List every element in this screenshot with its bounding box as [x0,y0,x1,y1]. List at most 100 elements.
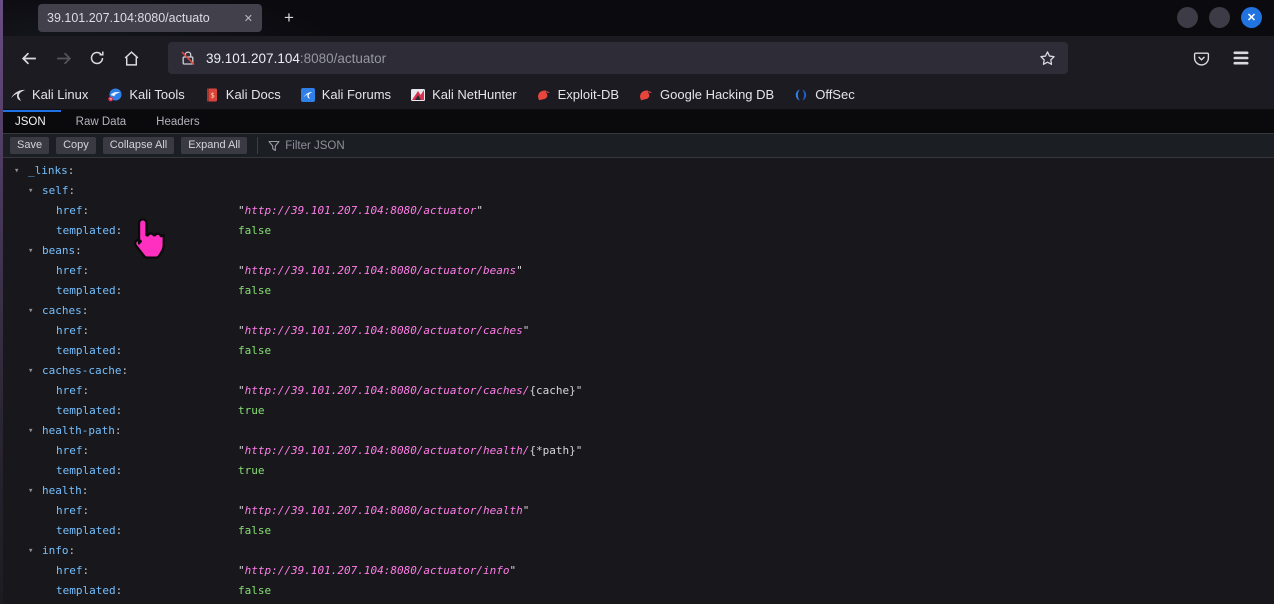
expand-collapse-twisty-icon[interactable]: ▾ [28,541,42,561]
expand-collapse-twisty-icon[interactable]: ▾ [14,161,28,181]
json-tree-row[interactable]: templated:false [0,521,1274,541]
json-tree-row[interactable]: templated:true [0,461,1274,481]
toolbar-separator [257,137,258,154]
json-tree-row[interactable]: ▾health-path: [0,421,1274,441]
forward-button[interactable] [46,42,80,74]
json-key: health [42,484,82,497]
titlebar: 39.101.207.104:8080/actuato ✕ + ✕ [0,0,1274,36]
maximize-button[interactable] [1209,7,1230,28]
json-boolean-value: true [238,401,265,421]
json-tree-row[interactable]: href:"http://39.101.207.104:8080/actuato… [0,441,1274,461]
url-host: 39.101.207.104 [206,51,300,66]
json-tree-row[interactable]: templated:false [0,341,1274,361]
bookmark-item[interactable]: Kali NetHunter [410,87,517,103]
json-string-value[interactable]: "http://39.101.207.104:8080/actuator/hea… [238,501,529,521]
back-button[interactable] [12,42,46,74]
json-key: templated [56,224,116,237]
filter-json-input[interactable] [285,140,505,152]
kali-nethunter-icon [410,87,426,103]
json-string-value[interactable]: "http://39.101.207.104:8080/actuator" [238,201,483,221]
save-button[interactable]: Save [10,137,49,154]
browser-tab[interactable]: 39.101.207.104:8080/actuato ✕ [38,4,262,32]
bookmark-item[interactable]: Google Hacking DB [638,87,774,103]
tab-headers[interactable]: Headers [141,110,214,133]
new-tab-button[interactable]: + [276,5,302,31]
json-tree-row[interactable]: href:"http://39.101.207.104:8080/actuato… [0,381,1274,401]
insecure-lock-icon [180,50,196,66]
url-bar[interactable]: 39.101.207.104:8080/actuator [168,42,1068,74]
expand-all-button[interactable]: Expand All [181,137,247,154]
json-key-colon: : [83,384,90,397]
kali-forums-icon [300,87,316,103]
json-tree-row[interactable]: href: "http://39.101.207.104:8080/actuato… [0,261,1274,281]
json-key-colon: : [69,544,76,557]
json-tree-row[interactable]: templated:false [0,221,1274,241]
tab-raw-data[interactable]: Raw Data [61,110,142,133]
bookmark-item[interactable]: πKali Tools [107,87,184,103]
json-string-value[interactable]: "http://39.101.207.104:8080/actuator/inf… [238,561,516,581]
kali-tools-icon: π [107,87,123,103]
expand-collapse-twisty-icon[interactable]: ▾ [28,181,42,201]
json-tree-row[interactable]: ▾self: [0,181,1274,201]
home-icon [123,50,140,67]
url-text: 39.101.207.104:8080/actuator [206,51,386,66]
json-tree-row[interactable]: ▾beans: [0,241,1274,261]
json-key-colon: : [116,584,123,597]
reload-icon [89,50,105,66]
bookmark-star-button[interactable] [1039,50,1056,67]
json-tree-row[interactable]: href:"http://39.101.207.104:8080/actuato… [0,501,1274,521]
json-key: caches-cache [42,364,121,377]
expand-collapse-twisty-icon[interactable]: ▾ [28,361,42,381]
json-tree-row[interactable]: templated:false [0,581,1274,601]
json-tree-row[interactable]: href:"http://39.101.207.104:8080/actuato… [0,201,1274,221]
bookmark-item[interactable]: Kali Forums [300,87,391,103]
home-button[interactable] [114,42,148,74]
expand-collapse-twisty-icon[interactable]: ▾ [28,301,42,321]
json-tree-row[interactable]: templated:false [0,281,1274,301]
tab-json[interactable]: JSON [0,110,61,133]
pocket-save-button[interactable] [1184,42,1218,74]
json-tree-row[interactable]: href:"http://39.101.207.104:8080/actuato… [0,561,1274,581]
json-key: health-path [42,424,115,437]
copy-button[interactable]: Copy [56,137,96,154]
json-key-colon: : [116,284,123,297]
json-key: templated [56,404,116,417]
json-string-value[interactable]: "http://39.101.207.104:8080/actuator/cac… [238,381,582,401]
filter-funnel-icon [268,140,280,152]
bookmark-item[interactable]: Exploit-DB [536,87,619,103]
json-key: href [56,264,83,277]
json-key: templated [56,464,116,477]
json-tree-row[interactable]: href:"http://39.101.207.104:8080/actuato… [0,321,1274,341]
bookmark-item[interactable]: Kali Linux [10,87,88,103]
tab-close-icon[interactable]: ✕ [242,12,255,25]
minimize-button[interactable] [1177,7,1198,28]
json-tree-row[interactable]: ▾caches-cache: [0,361,1274,381]
json-key: templated [56,584,116,597]
json-key-colon: : [83,444,90,457]
hamburger-menu-icon [1233,51,1249,65]
bookmark-item[interactable]: OffSec [793,87,855,103]
json-tree-row[interactable]: ▾_links: [0,161,1274,181]
bookmark-label: Kali Forums [322,87,391,102]
expand-collapse-twisty-icon[interactable]: ▾ [28,421,42,441]
open-menu-button[interactable] [1224,42,1258,74]
json-tree-row[interactable]: ▾info: [0,541,1274,561]
json-string-value[interactable]: "http://39.101.207.104:8080/actuator/cac… [238,321,529,341]
expand-collapse-twisty-icon[interactable]: ▾ [28,241,42,261]
json-key-colon: : [83,264,90,277]
collapse-all-button[interactable]: Collapse All [103,137,174,154]
forward-arrow-icon [55,50,72,67]
bookmark-item[interactable]: $Kali Docs [204,87,281,103]
reload-button[interactable] [80,42,114,74]
json-tree-row[interactable]: ▾caches: [0,301,1274,321]
json-tree-row[interactable]: ▾health: [0,481,1274,501]
json-string-value[interactable]: "http://39.101.207.104:8080/actuator/hea… [238,441,582,461]
json-key-colon: : [121,364,128,377]
bookmark-label: Kali NetHunter [432,87,517,102]
json-tree-row[interactable]: templated:true [0,401,1274,421]
url-suffix: :8080/actuator [300,51,386,66]
expand-collapse-twisty-icon[interactable]: ▾ [28,481,42,501]
close-window-button[interactable]: ✕ [1241,7,1262,28]
json-string-value[interactable]: "http://39.101.207.104:8080/actuator/bea… [238,261,523,281]
json-key-colon: : [83,324,90,337]
